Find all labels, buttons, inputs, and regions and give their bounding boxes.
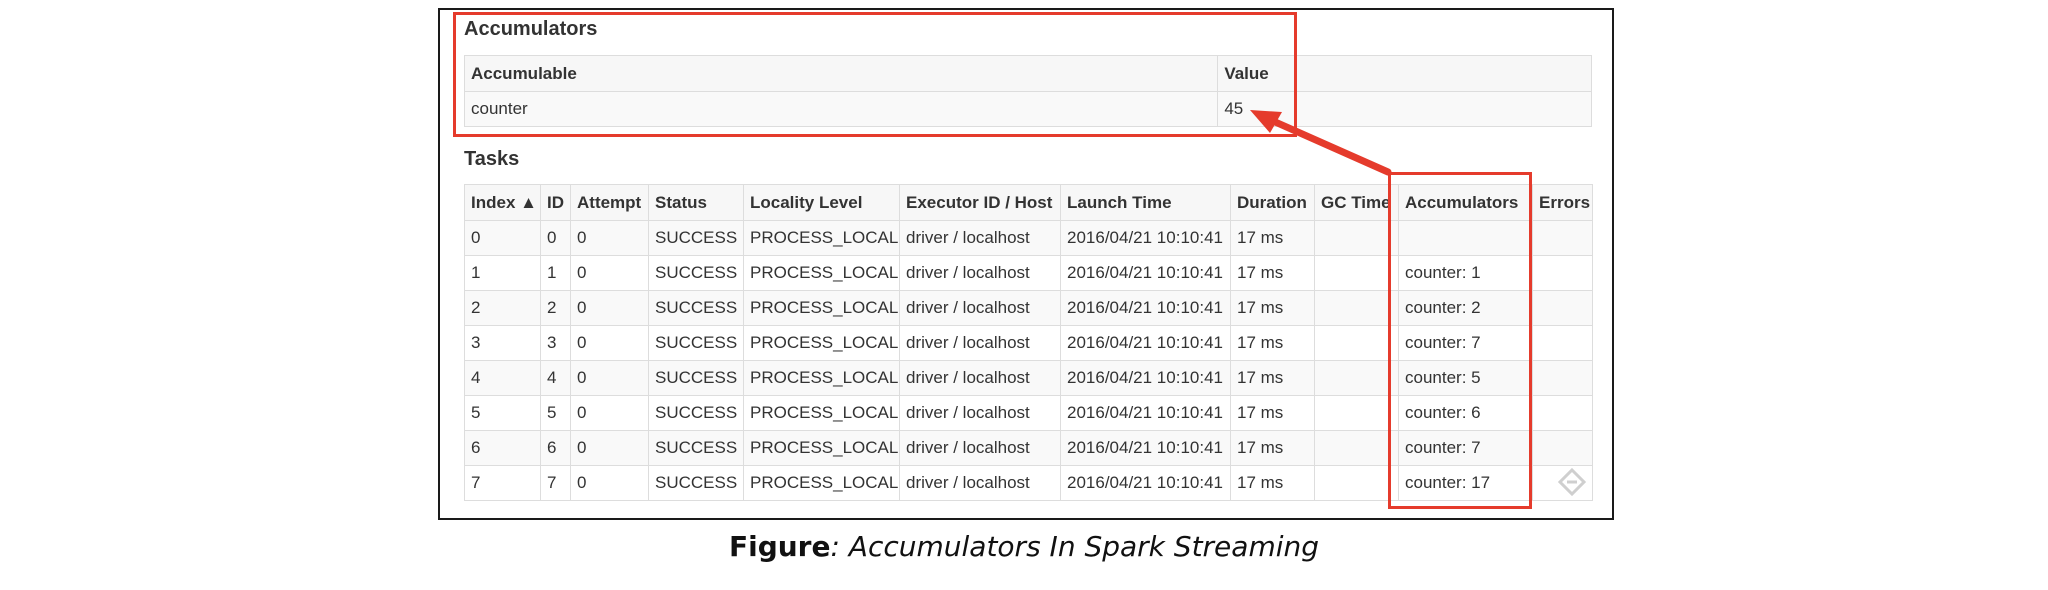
figure-caption: Figure: Accumulators In Spark Streaming — [0, 530, 2048, 563]
arrow-annotation-icon — [1250, 110, 1392, 176]
watermark-logo-icon — [1558, 468, 1586, 496]
caption-text: : Accumulators In Spark Streaming — [830, 530, 1320, 563]
caption-label: Figure — [728, 530, 831, 563]
